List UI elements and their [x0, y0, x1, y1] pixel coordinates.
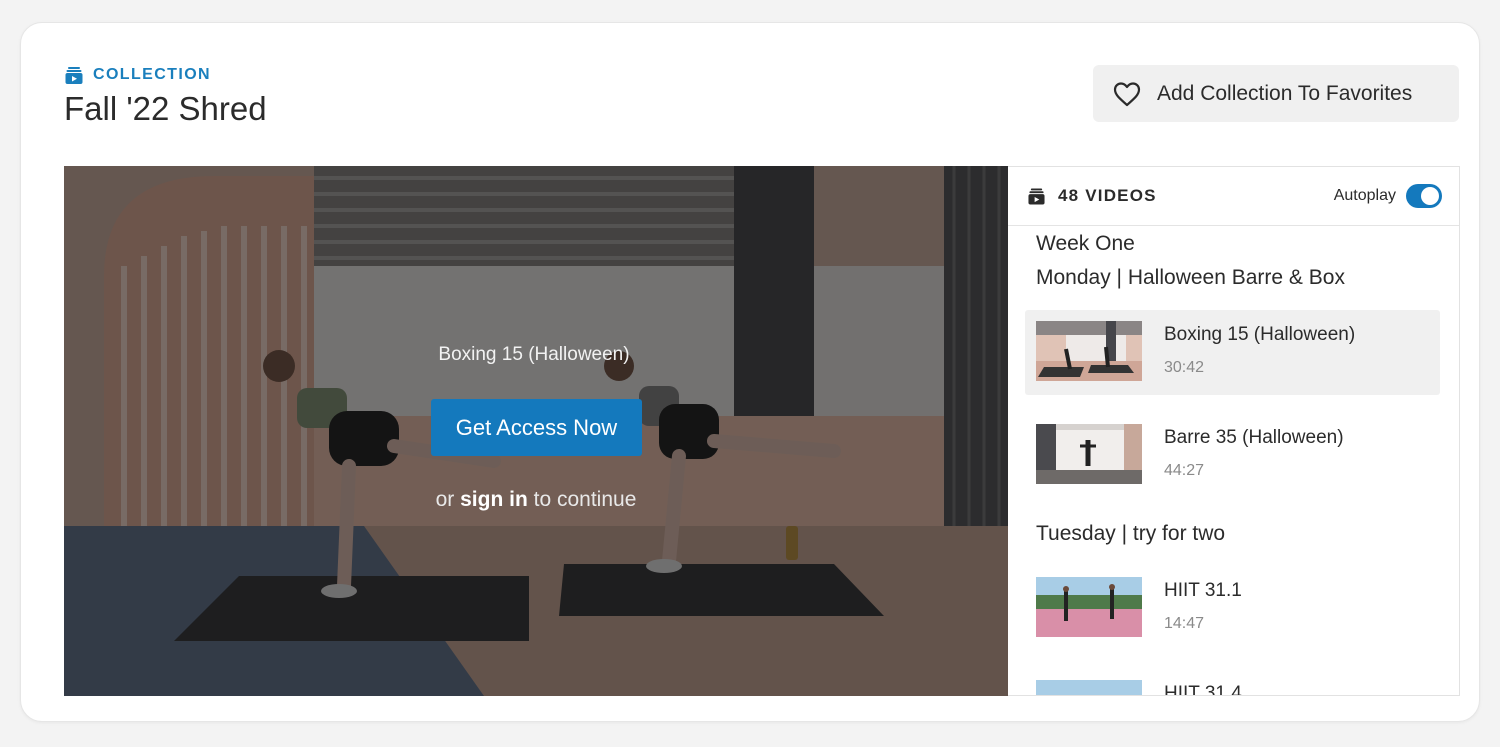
item-title: Boxing 15 (Halloween) [1164, 324, 1356, 345]
section-heading: Tuesday | try for two [1036, 522, 1226, 545]
signin-prompt: or sign in to continue [430, 488, 642, 512]
autoplay-control: Autoplay [1334, 184, 1442, 208]
item-duration: 30:42 [1164, 359, 1205, 376]
item-meta: HIIT 31.4 [1164, 683, 1242, 696]
video-thumbnail [1036, 680, 1142, 695]
autoplay-toggle[interactable] [1406, 184, 1442, 208]
playlist-sidebar: 48 VIDEOS Autoplay Week One Monday | Hal… [1008, 166, 1460, 696]
week-heading: Week One [1036, 232, 1135, 255]
collection-card: COLLECTION Fall '22 Shred Add Collection… [20, 22, 1480, 722]
item-title: HIIT 31.1 [1164, 580, 1242, 601]
item-duration: 44:27 [1164, 462, 1205, 479]
video-thumbnail [1036, 321, 1142, 381]
sign-in-link[interactable]: sign in [460, 488, 528, 511]
video-player[interactable]: Boxing 15 (Halloween) Get Access Now or … [64, 166, 1008, 696]
collection-icon [1028, 188, 1045, 205]
playlist-item[interactable]: HIIT 31.1 14:47 [1025, 566, 1440, 651]
add-to-favorites-button[interactable]: Add Collection To Favorites [1093, 65, 1459, 122]
playlist-header: 48 VIDEOS Autoplay [1008, 167, 1459, 226]
item-meta: Barre 35 (Halloween) 44:27 [1164, 427, 1344, 480]
continue-suffix: to continue [533, 488, 637, 511]
collection-eyebrow: COLLECTION [65, 66, 211, 84]
autoplay-label: Autoplay [1333, 187, 1396, 204]
page-title: Fall '22 Shred [64, 90, 267, 127]
item-duration: 14:47 [1164, 615, 1205, 632]
item-title: Barre 35 (Halloween) [1164, 427, 1344, 448]
video-thumbnail [1036, 424, 1142, 484]
add-to-favorites-label: Add Collection To Favorites [1157, 81, 1413, 105]
video-title: Boxing 15 (Halloween) [438, 344, 630, 365]
toggle-knob [1421, 187, 1439, 205]
collection-icon [65, 67, 83, 84]
heart-icon [1113, 81, 1141, 106]
get-access-button[interactable]: Get Access Now [431, 399, 642, 456]
playlist-item[interactable]: Boxing 15 (Halloween) 30:42 [1025, 310, 1440, 395]
item-meta: Boxing 15 (Halloween) 30:42 [1164, 324, 1355, 377]
video-thumbnail [1036, 577, 1142, 637]
section-heading: Monday | Halloween Barre & Box [1036, 266, 1345, 289]
eyebrow-label: COLLECTION [93, 66, 211, 83]
video-count: 48 VIDEOS [1058, 186, 1157, 205]
playlist-item[interactable]: Barre 35 (Halloween) 44:27 [1025, 413, 1440, 498]
continue-prefix: or [435, 488, 455, 511]
item-title: HIIT 31.4 [1164, 683, 1242, 696]
item-meta: HIIT 31.1 14:47 [1164, 580, 1242, 633]
playlist-item[interactable]: HIIT 31.4 [1025, 669, 1440, 696]
